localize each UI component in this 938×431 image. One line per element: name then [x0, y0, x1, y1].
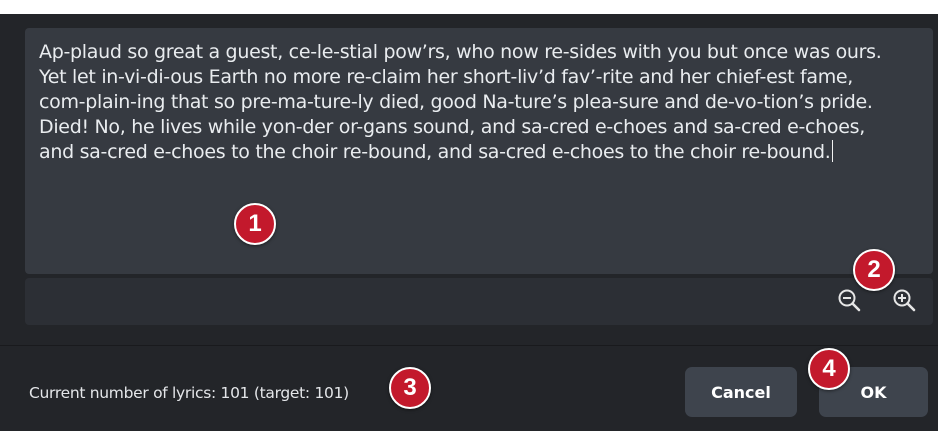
footer-divider	[0, 345, 938, 346]
callout-badge-4: 4	[808, 348, 850, 390]
zoom-out-icon	[837, 287, 863, 315]
callout-badge-3: 3	[389, 367, 431, 409]
lyrics-count-status: Current number of lyrics: 101 (target: 1…	[29, 384, 349, 402]
zoom-in-icon	[892, 287, 918, 315]
zoom-toolbar	[25, 278, 933, 325]
lyrics-text-area[interactable]: Ap-plaud so great a guest, ce-le-stial p…	[25, 28, 933, 274]
callout-badge-2: 2	[853, 249, 895, 291]
top-strip	[0, 0, 938, 14]
zoom-out-button[interactable]	[837, 287, 863, 315]
cancel-button[interactable]: Cancel	[685, 367, 797, 417]
lyrics-content: Ap-plaud so great a guest, ce-le-stial p…	[39, 41, 882, 163]
text-caret	[831, 140, 834, 162]
zoom-in-button[interactable]	[892, 287, 918, 315]
lyrics-text[interactable]: Ap-plaud so great a guest, ce-le-stial p…	[39, 40, 929, 165]
callout-badge-1: 1	[234, 203, 276, 245]
